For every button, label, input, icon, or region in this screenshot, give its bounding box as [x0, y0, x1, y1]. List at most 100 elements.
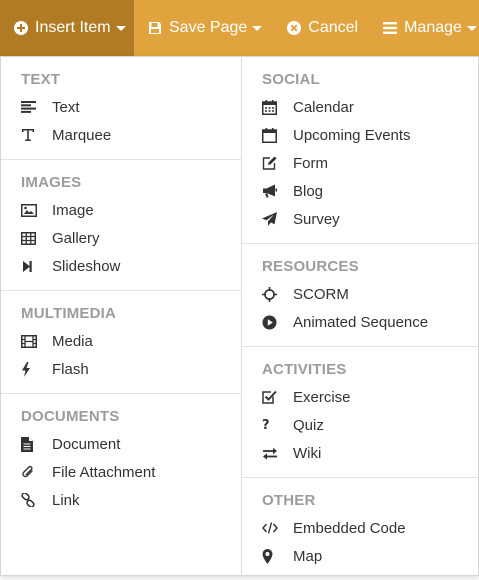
section-heading: ACTIVITIES: [262, 361, 347, 378]
film-icon: [21, 334, 37, 348]
edit-icon: [262, 156, 277, 170]
menu-section-text: TEXT Text Marquee: [1, 57, 241, 160]
bullhorn-icon: [263, 184, 278, 198]
map-marker-icon: [262, 548, 273, 564]
menu-item-label: Embedded Code: [293, 519, 406, 537]
section-heading: SOCIAL: [262, 71, 320, 88]
menu-item-slideshow[interactable]: Slideshow: [21, 254, 120, 278]
menu-item-gallery[interactable]: Gallery: [21, 226, 100, 250]
menu-item-label: Form: [293, 154, 328, 172]
crosshairs-icon: [262, 286, 277, 302]
menu-section-resources: RESOURCES SCORM Animated Sequence: [242, 244, 478, 347]
menu-item-label: File Attachment: [52, 463, 156, 481]
menu-item-file-attachment[interactable]: File Attachment: [21, 460, 155, 484]
menu-item-marquee[interactable]: Marquee: [21, 123, 111, 147]
menu-item-label: Map: [293, 547, 323, 565]
link-icon: [21, 493, 35, 507]
menu-section-documents: DOCUMENTS Document File Attachment Link: [1, 394, 241, 575]
menu-section-multimedia: MULTIMEDIA Media Flash: [1, 291, 241, 394]
menu-item-embedded-code[interactable]: Embedded Code: [262, 516, 406, 540]
file-icon: [21, 436, 33, 452]
calendar-empty-icon: [262, 127, 277, 143]
menu-item-animated-sequence[interactable]: Animated Sequence: [262, 310, 428, 334]
menu-item-calendar[interactable]: Calendar: [262, 95, 354, 119]
menu-item-flash[interactable]: Flash: [21, 357, 89, 381]
section-heading: TEXT: [21, 71, 61, 88]
step-forward-icon: [23, 260, 32, 272]
menu-item-document[interactable]: Document: [21, 432, 120, 456]
menu-item-quiz[interactable]: ? Quiz: [262, 413, 324, 437]
menu-item-wiki[interactable]: Wiki: [262, 441, 321, 465]
menu-item-form[interactable]: Form: [262, 151, 328, 175]
menu-item-label: Link: [52, 491, 80, 509]
menu-item-label: Exercise: [293, 388, 351, 406]
menu-item-scorm[interactable]: SCORM: [262, 282, 349, 306]
section-heading: MULTIMEDIA: [21, 305, 117, 322]
grid-icon: [21, 231, 36, 245]
plus-circle-icon: [14, 21, 28, 35]
text-height-icon: [22, 129, 34, 141]
menu-item-label: Flash: [52, 360, 89, 378]
check-square-icon: [262, 390, 277, 404]
menu-item-exercise[interactable]: Exercise: [262, 385, 351, 409]
menu-item-text[interactable]: Text: [21, 95, 80, 119]
bars-icon: [383, 22, 398, 34]
menu-section-images: IMAGES Image Gallery Slideshow: [1, 160, 241, 291]
caret-down-icon: [115, 25, 126, 31]
save-page-label: Save Page: [169, 19, 248, 36]
menu-item-label: Survey: [293, 210, 340, 228]
menu-section-social: SOCIAL Calendar Upcoming Events Form Blo…: [242, 57, 478, 244]
menu-item-survey[interactable]: Survey: [262, 207, 340, 231]
menu-item-label: Image: [52, 201, 94, 219]
menu-section-other: OTHER Embedded Code Map: [242, 478, 478, 575]
insert-item-button[interactable]: Insert Item: [0, 0, 134, 56]
section-heading: DOCUMENTS: [21, 408, 120, 425]
menu-column-left: TEXT Text Marquee IMAGES Image Gallery S…: [1, 57, 242, 575]
menu-item-blog[interactable]: Blog: [262, 179, 323, 203]
menu-item-image[interactable]: Image: [21, 198, 94, 222]
menu-item-label: Media: [52, 332, 93, 350]
menu-item-label: Slideshow: [52, 257, 121, 275]
menu-item-upcoming-events[interactable]: Upcoming Events: [262, 123, 411, 147]
paperclip-icon: [22, 465, 33, 477]
picture-icon: [21, 203, 37, 217]
manage-button[interactable]: Manage: [369, 0, 479, 56]
menu-item-link[interactable]: Link: [21, 488, 80, 512]
menu-item-map[interactable]: Map: [262, 544, 322, 568]
menu-item-media[interactable]: Media: [21, 329, 93, 353]
manage-label: Manage: [404, 19, 462, 36]
exchange-icon: [263, 447, 277, 460]
calendar-icon: [262, 99, 277, 115]
menu-item-label: Gallery: [52, 229, 100, 247]
caret-down-icon: [252, 25, 263, 31]
menu-item-label: Quiz: [293, 416, 324, 434]
menu-item-label: Upcoming Events: [293, 126, 411, 144]
menu-item-label: SCORM: [293, 285, 349, 303]
insert-item-label: Insert Item: [35, 19, 111, 36]
question-icon: ?: [262, 417, 270, 433]
code-icon: [262, 522, 278, 534]
editor-toolbar: Insert Item Save Page Cancel Manage: [0, 0, 479, 56]
menu-item-label: Calendar: [293, 98, 354, 116]
section-heading: RESOURCES: [262, 258, 359, 275]
save-icon: [149, 22, 161, 34]
menu-item-label: Text: [52, 98, 80, 116]
menu-item-label: Document: [52, 435, 121, 453]
menu-item-label: Animated Sequence: [293, 313, 429, 331]
paper-plane-icon: [262, 212, 277, 226]
menu-item-label: Wiki: [293, 444, 322, 462]
section-heading: IMAGES: [21, 174, 82, 191]
cancel-button[interactable]: Cancel: [273, 0, 369, 56]
bolt-icon: [22, 361, 30, 377]
align-left-icon: [21, 101, 36, 113]
save-page-button[interactable]: Save Page: [134, 0, 273, 56]
menu-section-activities: ACTIVITIES Exercise ? Quiz Wiki: [242, 347, 478, 478]
cancel-label: Cancel: [308, 19, 359, 36]
caret-down-icon: [466, 25, 477, 31]
section-heading: OTHER: [262, 492, 316, 509]
insert-item-dropdown: TEXT Text Marquee IMAGES Image Gallery S…: [0, 56, 479, 576]
play-circle-icon: [262, 315, 277, 329]
menu-item-label: Marquee: [52, 126, 112, 144]
times-circle-icon: [287, 21, 302, 35]
menu-item-label: Blog: [293, 182, 324, 200]
